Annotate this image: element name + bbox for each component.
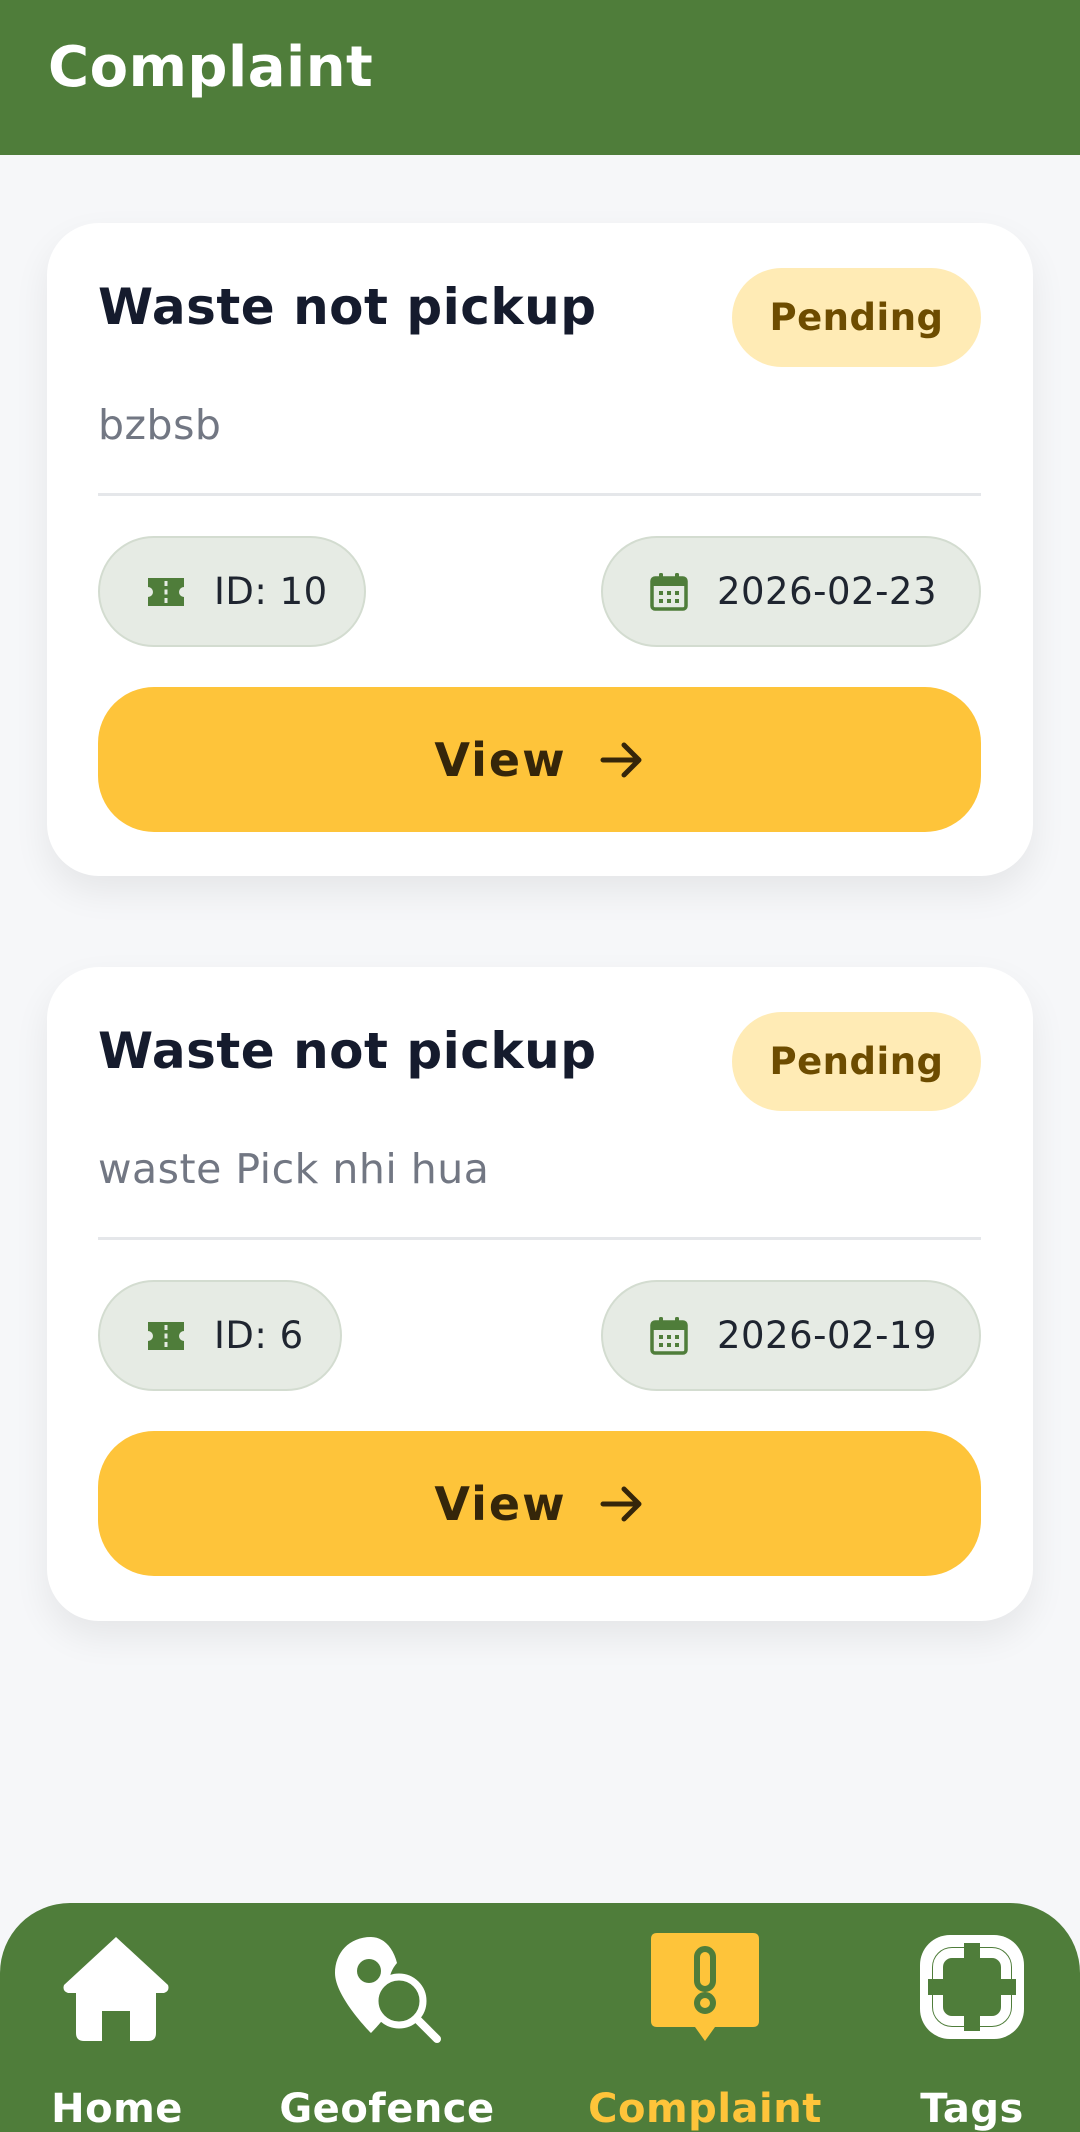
complaint-id: ID: 10 <box>214 570 328 613</box>
arrow-right-icon <box>600 1486 642 1521</box>
home-icon <box>63 1937 169 2041</box>
nav-label-home: Home <box>51 2086 183 2132</box>
complaint-id-chip: ID: 10 <box>98 536 366 647</box>
ticket-icon <box>148 577 184 606</box>
divider <box>98 1237 981 1240</box>
nav-label-geofence: Geofence <box>279 2086 495 2132</box>
complaint-card: Waste not pickup Pending bzbsb ID: 10 20… <box>47 223 1033 876</box>
complaint-title: Waste not pickup <box>98 278 597 336</box>
complaint-id-chip: ID: 6 <box>98 1280 342 1391</box>
geofence-icon <box>335 1937 441 2043</box>
calendar-icon <box>650 1316 688 1355</box>
complaint-date: 2026-02-23 <box>716 570 937 613</box>
view-button[interactable]: View <box>98 1431 981 1576</box>
bottom-navigation: Home Geofence Complaint Tags <box>0 1903 1080 2132</box>
complaint-description: waste Pick nhi hua <box>98 1145 490 1193</box>
calendar-icon <box>650 572 688 611</box>
nav-item-complaint[interactable]: Complaint <box>588 1903 822 2132</box>
complaint-date-chip: 2026-02-23 <box>600 536 981 647</box>
status-badge: Pending <box>732 268 981 367</box>
complaint-id: ID: 6 <box>214 1314 304 1357</box>
nav-label-complaint: Complaint <box>588 2086 822 2132</box>
nav-label-tags: Tags <box>920 2086 1024 2132</box>
view-button-label: View <box>434 732 567 787</box>
nav-item-tags[interactable]: Tags <box>915 1903 1030 2132</box>
complaint-date: 2026-02-19 <box>716 1314 937 1357</box>
page-title: Complaint <box>48 35 374 100</box>
divider <box>98 493 981 496</box>
nav-item-geofence[interactable]: Geofence <box>279 1903 495 2132</box>
app-bar: Complaint <box>0 0 1080 155</box>
complaint-description: bzbsb <box>98 401 222 449</box>
tags-icon <box>920 1935 1024 2039</box>
complaint-card: Waste not pickup Pending waste Pick nhi … <box>47 967 1033 1621</box>
complaint-icon <box>651 1933 759 2041</box>
complaint-date-chip: 2026-02-19 <box>600 1280 981 1391</box>
status-badge: Pending <box>732 1012 981 1111</box>
arrow-right-icon <box>600 742 642 777</box>
ticket-icon <box>148 1321 184 1350</box>
nav-item-home[interactable]: Home <box>50 1903 185 2132</box>
view-button-label: View <box>434 1476 567 1531</box>
view-button[interactable]: View <box>98 687 981 832</box>
complaint-title: Waste not pickup <box>98 1022 597 1080</box>
